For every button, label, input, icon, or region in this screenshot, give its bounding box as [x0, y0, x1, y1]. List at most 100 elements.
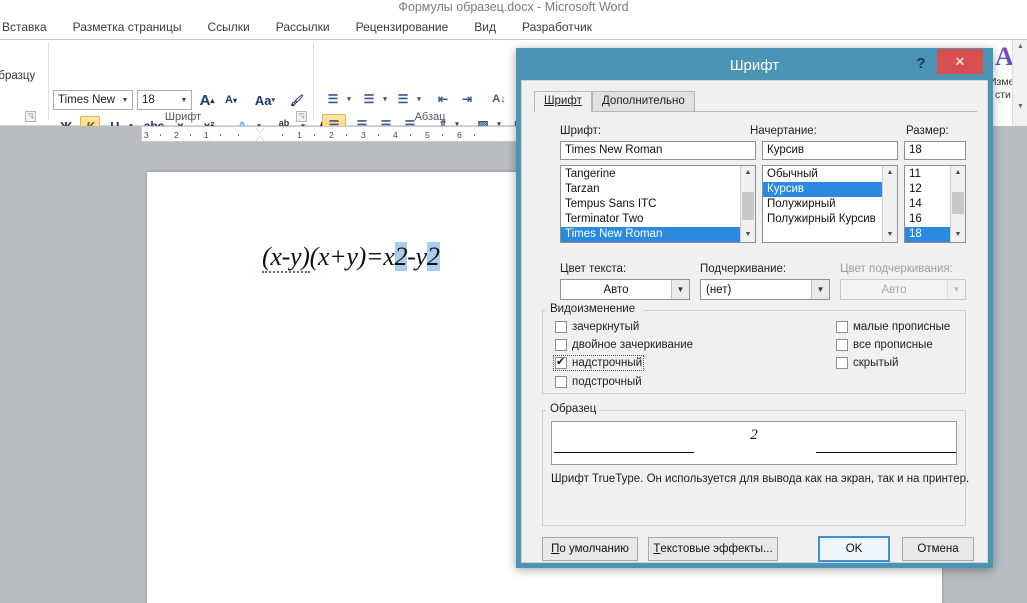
list-item-selected[interactable]: Times New Roman	[561, 227, 755, 242]
checkbox-strikethrough[interactable]: зачеркнутый	[555, 321, 639, 333]
list-item[interactable]: Обычный	[763, 167, 897, 182]
scroll-down-icon[interactable]: ▼	[951, 228, 965, 242]
cancel-button[interactable]: Отмена	[902, 537, 974, 561]
font-name-input[interactable]: Times New Roman	[560, 141, 756, 160]
list-item[interactable]: Tarzan	[561, 182, 755, 197]
checkbox-superscript[interactable]: надстрочный	[552, 355, 645, 371]
font-style-input[interactable]: Курсив	[762, 141, 898, 160]
ribbon-tab-references[interactable]: Ссылки	[194, 17, 262, 38]
change-styles-icon[interactable]: A	[995, 42, 1014, 72]
font-dialog-launcher[interactable]: ◹	[296, 111, 307, 122]
font-style-label: Начертание:	[750, 125, 817, 137]
ribbon-tab-page-layout[interactable]: Разметка страницы	[60, 17, 195, 38]
formula-superscript-1: 2	[394, 242, 408, 271]
change-styles-label-line2: сти	[995, 89, 1011, 101]
font-name-listbox[interactable]: Tangerine Tarzan Tempus Sans ITC Termina…	[560, 165, 756, 243]
chevron-down-icon[interactable]: ▼	[118, 91, 132, 109]
decrease-indent-icon[interactable]: ⇤	[432, 90, 454, 108]
scroll-up-icon[interactable]: ▲	[741, 166, 755, 180]
ribbon-tab-review[interactable]: Рецензирование	[343, 17, 462, 38]
text-color-dropdown[interactable]: Авто ▼	[560, 279, 690, 300]
scroll-thumb[interactable]	[952, 192, 964, 214]
list-item[interactable]: Полужирный Курсив	[763, 212, 897, 227]
numbering-chevron-icon[interactable]: ▾	[380, 92, 390, 106]
scroll-down-icon[interactable]: ▼	[883, 228, 897, 242]
font-size-combo[interactable]: 18 ▼	[137, 90, 192, 110]
ribbon-tab-mailings[interactable]: Рассылки	[263, 17, 343, 38]
checkbox-all-caps[interactable]: все прописные	[836, 339, 933, 351]
font-size-input[interactable]: 18	[904, 141, 966, 160]
checkbox-subscript[interactable]: подстрочный	[555, 376, 642, 388]
checkbox-label: зачеркнутый	[572, 321, 640, 333]
numbering-icon[interactable]: ☰	[358, 90, 380, 108]
shrink-font-icon[interactable]: A ▾	[220, 90, 242, 110]
formula-part-2: (x+y)=x	[309, 242, 395, 271]
list-item[interactable]: Полужирный	[763, 197, 897, 212]
styles-dialog-launcher[interactable]: ◹	[25, 111, 36, 122]
checkbox-small-caps[interactable]: малые прописные	[836, 321, 950, 333]
chevron-down-icon[interactable]: ▼	[811, 280, 829, 299]
close-icon[interactable]: ✕	[937, 49, 983, 74]
chevron-down-icon[interactable]: ▼	[177, 91, 191, 109]
style-list-scrollbar[interactable]: ▲ ▼	[882, 166, 897, 242]
tab-font[interactable]: Шрифт	[534, 91, 592, 112]
font-size-listbox[interactable]: 11 12 14 16 18 ▲ ▼	[904, 165, 966, 243]
scroll-thumb[interactable]	[742, 192, 754, 220]
indent-marker[interactable]	[256, 127, 265, 141]
multilevel-list-icon[interactable]: ☰	[392, 90, 414, 108]
clear-formatting-icon[interactable]: 🖌	[286, 90, 308, 110]
list-item[interactable]: Terminator Two	[561, 212, 755, 227]
horizontal-ruler[interactable]: 3 2 1 1 2 3 4 5 6	[141, 126, 545, 142]
text-color-label: Цвет текста:	[560, 263, 627, 275]
chevron-down-icon[interactable]: ▼	[671, 280, 689, 299]
bullets-chevron-icon[interactable]: ▾	[344, 92, 354, 106]
size-list-scrollbar[interactable]: ▲ ▼	[950, 166, 965, 242]
scroll-up-icon[interactable]: ▲	[1013, 40, 1027, 54]
font-list-scrollbar[interactable]: ▲ ▼	[740, 166, 755, 242]
scroll-up-icon[interactable]: ▲	[883, 166, 897, 180]
scroll-down-icon[interactable]: ▼	[741, 228, 755, 242]
tab-advanced[interactable]: Дополнительно	[592, 91, 695, 112]
styles-group-partial-label: образцу	[0, 70, 36, 82]
ruler-number: 3	[144, 130, 149, 140]
sort-icon[interactable]: A↓	[488, 90, 510, 108]
grow-font-icon[interactable]: A ▴	[196, 90, 218, 110]
checkbox-double-strikethrough[interactable]: двойное зачеркивание	[555, 339, 693, 351]
multilevel-chevron-icon[interactable]: ▾	[414, 92, 424, 106]
ribbon-tab-view[interactable]: Вид	[461, 17, 509, 38]
checkbox-box[interactable]	[836, 339, 848, 351]
text-effects-button[interactable]: Текстовые эффекты...	[648, 537, 778, 561]
scroll-down-icon[interactable]: ▼	[1013, 100, 1027, 114]
checkbox-box[interactable]	[555, 321, 567, 333]
checkbox-hidden[interactable]: скрытый	[836, 357, 898, 369]
ribbon-tab-developer[interactable]: Разработчик	[509, 17, 605, 38]
checkbox-box[interactable]	[555, 339, 567, 351]
ribbon-tab-insert[interactable]: Вставка	[0, 17, 60, 38]
list-item[interactable]: Tangerine	[561, 167, 755, 182]
font-dialog: Шрифт ? ✕ Шрифт Дополнительно Шрифт: Нач…	[516, 48, 993, 568]
bullets-icon[interactable]: ☰	[322, 90, 344, 108]
checkbox-label: все прописные	[853, 339, 933, 351]
checkbox-box-checked[interactable]	[555, 355, 567, 369]
ruler-number: 1	[297, 130, 302, 140]
checkbox-box[interactable]	[836, 357, 848, 369]
underline-style-dropdown[interactable]: (нет) ▼	[700, 279, 830, 300]
sample-rule-left	[554, 452, 694, 453]
checkbox-label: скрытый	[853, 357, 899, 369]
increase-indent-icon[interactable]: ⇥	[456, 90, 478, 108]
underline-style-value: (нет)	[706, 283, 732, 296]
font-style-listbox[interactable]: Обычный Курсив Полужирный Полужирный Кур…	[762, 165, 898, 243]
help-icon[interactable]: ?	[912, 55, 930, 73]
change-case-icon[interactable]: Aa ▾	[250, 90, 280, 110]
checkbox-box[interactable]	[555, 376, 567, 388]
set-as-default-button[interactable]: По умолчанию	[542, 537, 638, 561]
checkbox-box[interactable]	[836, 321, 848, 333]
checkbox-label: малые прописные	[853, 321, 951, 333]
ruler-number: 4	[393, 130, 398, 140]
ok-button[interactable]: OK	[818, 536, 890, 562]
list-item-selected[interactable]: Курсив	[763, 182, 897, 197]
document-formula[interactable]: (x-y)(x+y)=x2-y2	[262, 242, 440, 273]
list-item[interactable]: Tempus Sans ITC	[561, 197, 755, 212]
font-name-combo[interactable]: Times New Rc ▼	[53, 90, 133, 110]
scroll-up-icon[interactable]: ▲	[951, 166, 965, 180]
